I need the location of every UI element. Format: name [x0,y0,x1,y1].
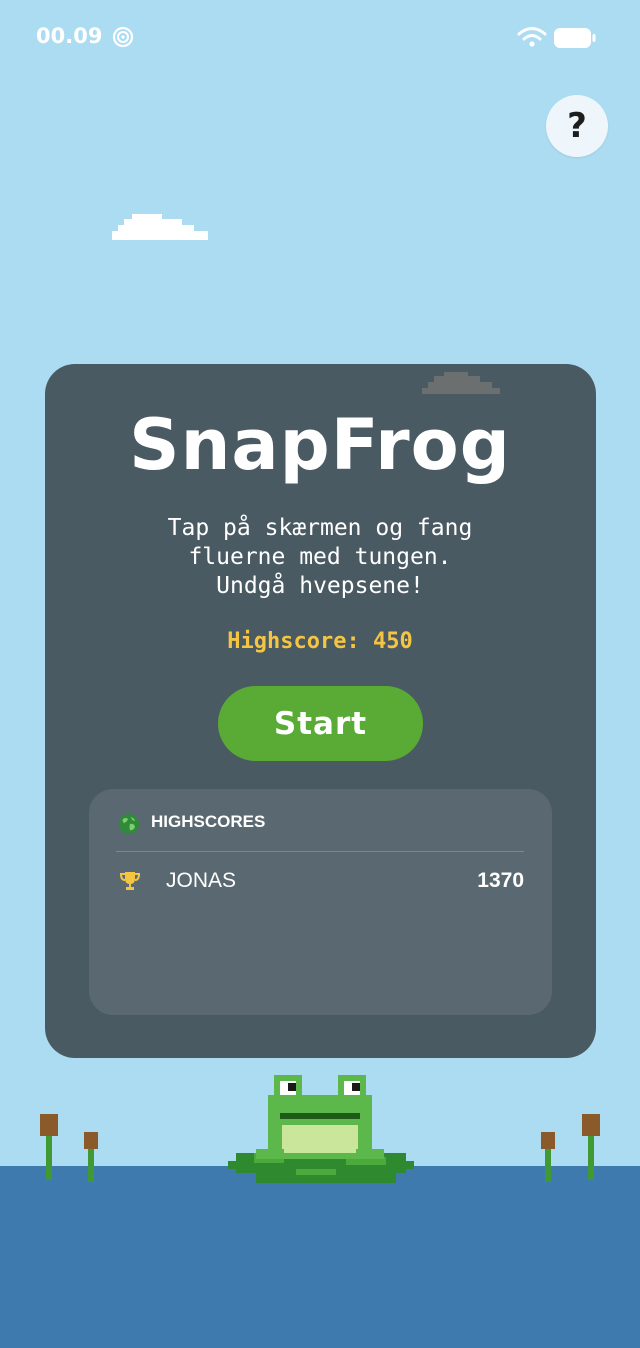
battery-icon [554,28,596,48]
globe-icon [119,814,139,834]
cloud-decoration-dark [422,372,500,394]
start-button[interactable]: Start [218,686,423,761]
reed-decoration [541,1132,555,1182]
pond-water [0,1166,640,1348]
personal-highscore: Highscore: 450 [227,629,413,654]
highscores-title: HIGHSCORES [151,812,266,831]
game-instructions: Tap på skærmen og fang fluerne med tunge… [167,515,473,599]
highscores-divider [116,851,524,852]
status-time: 00.09 [36,24,103,48]
dnd-icon [112,26,134,48]
wifi-icon [517,27,547,47]
cloud-decoration [112,214,208,240]
reed-decoration [84,1132,98,1182]
reed-decoration [40,1114,58,1180]
highscore-entry-name: JONAS [166,869,237,892]
status-bar: 00.09 [0,0,640,76]
highscore-entry-score: 1370 [477,869,524,892]
reed-decoration [582,1114,600,1180]
frog-character [228,1075,414,1183]
trophy-icon [120,872,140,890]
help-button[interactable]: ? [546,95,608,157]
game-title: SnapFrog [129,404,511,486]
